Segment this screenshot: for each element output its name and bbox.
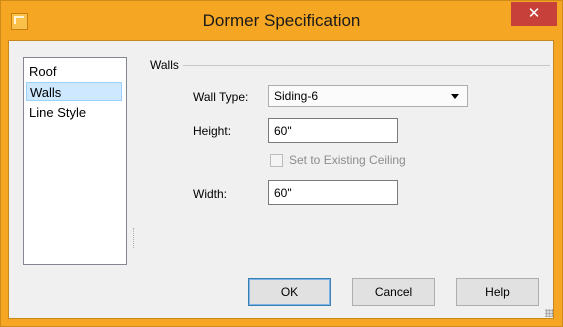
title-bar[interactable]: Dormer Specification ✕ bbox=[1, 1, 562, 41]
height-value: 60" bbox=[274, 124, 292, 138]
width-label: Width: bbox=[193, 187, 228, 201]
help-button[interactable]: Help bbox=[456, 278, 539, 306]
height-label: Height: bbox=[193, 124, 232, 138]
wall-type-value: Siding-6 bbox=[274, 89, 319, 103]
category-list[interactable]: Roof Walls Line Style bbox=[23, 57, 127, 265]
group-divider bbox=[183, 65, 550, 66]
walls-group-label: Walls bbox=[150, 58, 179, 72]
resize-grip-icon[interactable] bbox=[545, 309, 553, 317]
nav-item-roof[interactable]: Roof bbox=[26, 62, 122, 81]
nav-item-walls[interactable]: Walls bbox=[26, 82, 122, 101]
set-to-existing-ceiling-label: Set to Existing Ceiling bbox=[289, 153, 406, 167]
ok-button[interactable]: OK bbox=[248, 278, 331, 306]
width-value: 60" bbox=[274, 186, 292, 200]
chevron-down-icon bbox=[451, 94, 459, 99]
nav-item-line-style[interactable]: Line Style bbox=[26, 103, 122, 122]
height-input[interactable]: 60" bbox=[268, 118, 398, 143]
width-input[interactable]: 60" bbox=[268, 180, 398, 205]
pane-splitter[interactable] bbox=[133, 228, 136, 248]
wall-type-label: Wall Type: bbox=[193, 90, 249, 104]
wall-type-select[interactable]: Siding-6 bbox=[268, 85, 468, 107]
close-button[interactable]: ✕ bbox=[511, 2, 557, 26]
set-to-existing-ceiling-checkbox[interactable] bbox=[270, 154, 283, 167]
window-title: Dormer Specification bbox=[202, 11, 361, 30]
cancel-button[interactable]: Cancel bbox=[352, 278, 435, 306]
